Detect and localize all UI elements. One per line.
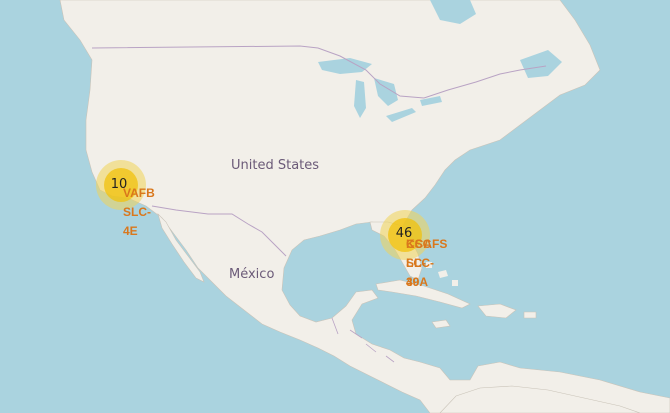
launch-site-label-vafb[interactable]: VAFB SLC- 4E [123, 184, 155, 241]
site-label-line: VAFB [123, 186, 155, 200]
map-viewport[interactable]: United States México 10 VAFB SLC- 4E 46 … [0, 0, 670, 413]
puerto-rico [523, 311, 537, 319]
site-label-line: SLC- [406, 256, 434, 270]
country-label-united-states: United States [231, 158, 320, 173]
site-label-line: 4E [123, 224, 138, 238]
site-label-line: CCAFS [406, 237, 448, 251]
site-label-line: 40 [406, 275, 420, 289]
launch-site-label-ccafs[interactable]: CCAFS SLC- 40 [406, 235, 447, 292]
country-label-mexico: México [229, 267, 275, 282]
site-label-line: SLC- [123, 205, 151, 219]
basemap [0, 0, 670, 413]
